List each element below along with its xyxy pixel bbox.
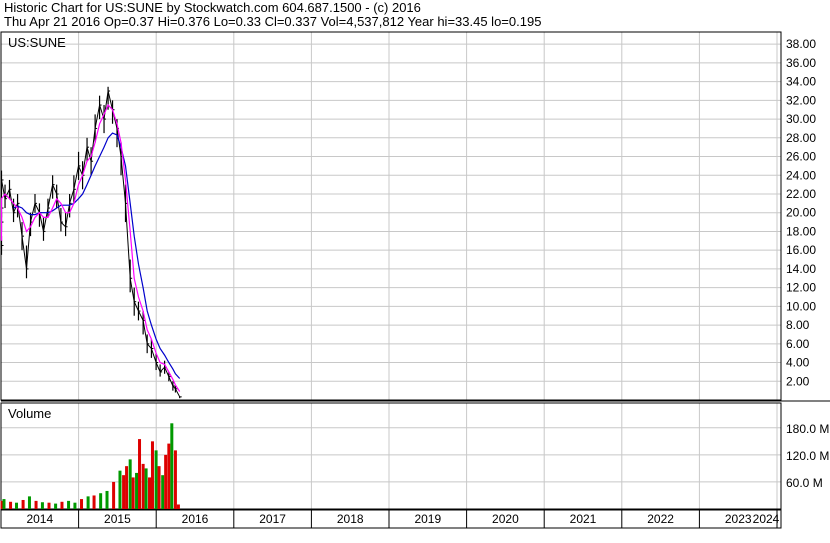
volume-bar xyxy=(128,459,132,509)
year-label: 2022 xyxy=(647,512,674,526)
volume-bar xyxy=(135,472,139,509)
price-tick-label: 12.00 xyxy=(786,281,816,295)
year-label: 2021 xyxy=(570,512,597,526)
price-tick-label: 30.00 xyxy=(786,112,816,126)
price-tick-label: 6.00 xyxy=(786,337,810,351)
volume-bar xyxy=(9,501,13,509)
volume-bar xyxy=(27,496,31,509)
volume-tick-label: 60.0 M xyxy=(786,476,823,490)
price-tick-label: 10.00 xyxy=(786,299,816,313)
price-tick-label: 32.00 xyxy=(786,93,816,107)
grid-lines xyxy=(0,32,781,528)
price-tick-label: 20.00 xyxy=(786,206,816,220)
price-tick-label: 2.00 xyxy=(786,374,810,388)
price-tick-label: 4.00 xyxy=(786,356,810,370)
price-tick-label: 22.00 xyxy=(786,187,816,201)
volume-bar xyxy=(80,499,84,509)
volume-bar xyxy=(157,466,161,509)
price-axis-labels: 2.00 4.00 6.00 8.00 10.00 12.00 14.00 16.00 18.0… xyxy=(786,37,816,388)
price-tick-label: 16.00 xyxy=(786,243,816,257)
price-tick-label: 34.00 xyxy=(786,75,816,89)
year-label: 2023 xyxy=(725,512,752,526)
volume-bar xyxy=(173,450,177,509)
volume-bar xyxy=(60,501,64,509)
volume-bar xyxy=(47,502,51,509)
volume-bar xyxy=(161,475,165,509)
volume-bar xyxy=(86,496,90,509)
price-bars xyxy=(0,86,182,399)
volume-bar xyxy=(2,499,6,509)
year-label: 2017 xyxy=(259,512,286,526)
volume-label: Volume xyxy=(8,406,51,421)
volume-bar xyxy=(15,502,19,509)
moving-average-long xyxy=(13,132,181,379)
volume-bar xyxy=(67,500,71,509)
volume-bar xyxy=(54,503,58,509)
volume-axis-labels: 60.0 M 120.0 M 180.0 M xyxy=(786,422,829,490)
year-label: 2024 xyxy=(753,512,780,526)
volume-bar xyxy=(122,475,126,509)
volume-bar xyxy=(170,423,174,509)
panel-frames xyxy=(0,31,830,529)
volume-bar xyxy=(148,477,152,509)
volume-bar xyxy=(138,439,142,509)
year-label: 2015 xyxy=(104,512,131,526)
volume-bar xyxy=(92,495,96,509)
price-tick-label: 26.00 xyxy=(786,150,816,164)
volume-bar xyxy=(164,454,168,509)
volume-bar xyxy=(118,470,122,509)
stock-chart: 2.00 4.00 6.00 8.00 10.00 12.00 14.00 16.00 18.0… xyxy=(0,31,830,529)
volume-bar xyxy=(40,502,44,509)
volume-bar xyxy=(21,499,25,509)
year-label: 2020 xyxy=(492,512,519,526)
volume-bar xyxy=(73,502,77,509)
symbol-label: US:SUNE xyxy=(8,35,66,50)
price-tick-label: 28.00 xyxy=(786,131,816,145)
price-tick-label: 24.00 xyxy=(786,168,816,182)
volume-bar xyxy=(167,443,171,509)
year-label: 2018 xyxy=(337,512,364,526)
year-label: 2019 xyxy=(414,512,441,526)
volume-tick-label: 120.0 M xyxy=(786,449,829,463)
price-tick-label: 36.00 xyxy=(786,56,816,70)
price-close-line xyxy=(1,90,181,398)
volume-bar xyxy=(141,463,145,509)
volume-bar xyxy=(154,450,158,509)
volume-bar xyxy=(105,490,109,509)
volume-bar xyxy=(144,468,148,509)
price-tick-label: 14.00 xyxy=(786,262,816,276)
price-tick-label: 38.00 xyxy=(786,37,816,51)
volume-panel-frame xyxy=(0,402,782,510)
price-panel-frame xyxy=(0,31,782,401)
price-tick-label: 18.00 xyxy=(786,224,816,238)
volume-bar xyxy=(131,477,135,509)
year-label: 2014 xyxy=(26,512,53,526)
volume-bar xyxy=(125,466,129,509)
year-axis-labels: 2014 2015 2016 2017 2018 2019 2020 2021 2022 2023… xyxy=(26,512,779,526)
price-tick-label: 8.00 xyxy=(786,318,810,332)
volume-bar xyxy=(34,500,38,509)
volume-tick-label: 180.0 M xyxy=(786,422,829,436)
volume-bar xyxy=(176,504,180,509)
volume-bar xyxy=(112,481,116,509)
year-label: 2016 xyxy=(182,512,209,526)
volume-bar xyxy=(99,493,103,509)
volume-bars xyxy=(0,423,180,509)
volume-bar xyxy=(150,441,154,509)
